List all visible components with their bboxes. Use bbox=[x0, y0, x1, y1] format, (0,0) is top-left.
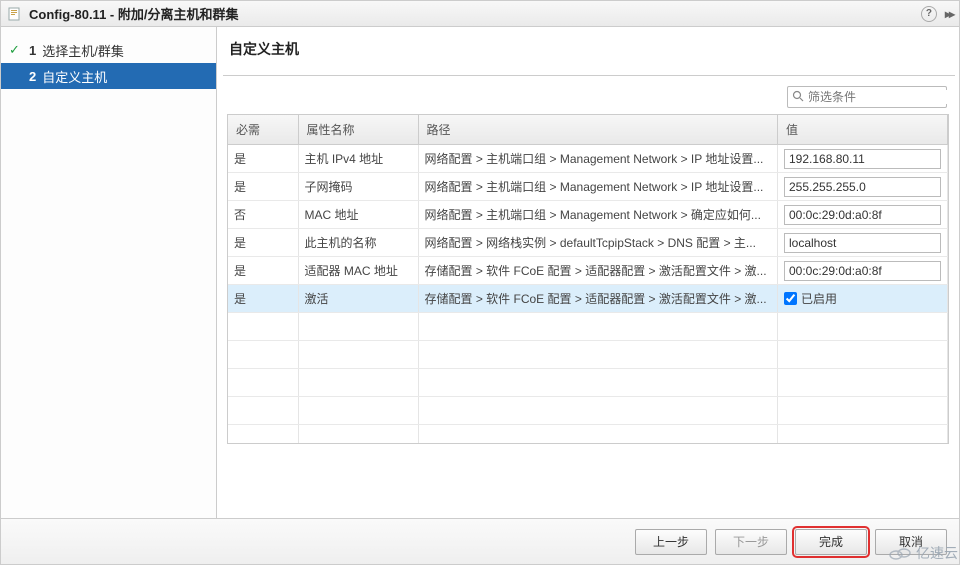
col-required[interactable]: 必需 bbox=[228, 115, 298, 145]
cell-attribute: 子网掩码 bbox=[298, 173, 418, 201]
col-value[interactable]: 值 bbox=[778, 115, 948, 145]
cell-path: 存储配置 > 软件 FCoE 配置 > 适配器配置 > 激活配置文件 > 激..… bbox=[418, 257, 778, 285]
cell-empty bbox=[418, 369, 778, 397]
filter-row: ▼ bbox=[227, 86, 949, 114]
check-icon: ✓ bbox=[9, 42, 23, 58]
value-input[interactable] bbox=[784, 149, 941, 169]
table-row[interactable]: 是适配器 MAC 地址存储配置 > 软件 FCoE 配置 > 适配器配置 > 激… bbox=[228, 257, 948, 285]
table-row-empty bbox=[228, 369, 948, 397]
next-button: 下一步 bbox=[715, 529, 787, 555]
wizard-step-1[interactable]: ✓ 1 选择主机/群集 bbox=[1, 37, 216, 63]
table-row[interactable]: 是激活存储配置 > 软件 FCoE 配置 > 适配器配置 > 激活配置文件 > … bbox=[228, 285, 948, 313]
divider bbox=[223, 75, 955, 76]
value-input[interactable] bbox=[784, 261, 941, 281]
help-icon[interactable]: ? bbox=[921, 6, 937, 22]
cell-required: 是 bbox=[228, 229, 298, 257]
table-row-empty bbox=[228, 397, 948, 425]
table-row[interactable]: 否MAC 地址网络配置 > 主机端口组 > Management Network… bbox=[228, 201, 948, 229]
cell-attribute: 适配器 MAC 地址 bbox=[298, 257, 418, 285]
cell-attribute: 激活 bbox=[298, 285, 418, 313]
cell-empty bbox=[298, 425, 418, 445]
cell-path: 存储配置 > 软件 FCoE 配置 > 适配器配置 > 激活配置文件 > 激..… bbox=[418, 285, 778, 313]
cell-empty bbox=[778, 369, 948, 397]
filter-box[interactable]: ▼ bbox=[787, 86, 947, 108]
expand-collapse-icon[interactable]: ▸▸ bbox=[945, 7, 953, 21]
config-doc-icon bbox=[7, 6, 23, 22]
wizard-sidebar: ✓ 1 选择主机/群集 2 自定义主机 bbox=[1, 27, 217, 518]
col-path[interactable]: 路径 bbox=[418, 115, 778, 145]
cell-path: 网络配置 > 主机端口组 > Management Network > IP 地… bbox=[418, 173, 778, 201]
table-row-empty bbox=[228, 425, 948, 445]
titlebar: Config-80.11 - 附加/分离主机和群集 ? ▸▸ bbox=[1, 1, 959, 27]
content-area: 自定义主机 ▼ 必需 属性名称 bbox=[217, 27, 959, 518]
value-input[interactable] bbox=[784, 233, 941, 253]
step-number: 1 bbox=[29, 43, 36, 58]
cell-value bbox=[778, 145, 948, 173]
step-label: 自定义主机 bbox=[42, 67, 107, 86]
cell-path: 网络配置 > 主机端口组 > Management Network > 确定应如… bbox=[418, 201, 778, 229]
cancel-button[interactable]: 取消 bbox=[875, 529, 947, 555]
table-row[interactable]: 是主机 IPv4 地址网络配置 > 主机端口组 > Management Net… bbox=[228, 145, 948, 173]
dialog: Config-80.11 - 附加/分离主机和群集 ? ▸▸ ✓ 1 选择主机/… bbox=[0, 0, 960, 565]
cell-path: 网络配置 > 主机端口组 > Management Network > IP 地… bbox=[418, 145, 778, 173]
back-button[interactable]: 上一步 bbox=[635, 529, 707, 555]
checkbox-label: 已启用 bbox=[801, 290, 837, 307]
cell-attribute: MAC 地址 bbox=[298, 201, 418, 229]
cell-required: 是 bbox=[228, 173, 298, 201]
search-icon bbox=[792, 90, 804, 105]
cell-empty bbox=[228, 313, 298, 341]
cell-empty bbox=[778, 313, 948, 341]
col-attribute[interactable]: 属性名称 bbox=[298, 115, 418, 145]
cell-value bbox=[778, 201, 948, 229]
table-row-empty bbox=[228, 341, 948, 369]
cell-empty bbox=[228, 425, 298, 445]
table-row[interactable]: 是子网掩码网络配置 > 主机端口组 > Management Network >… bbox=[228, 173, 948, 201]
cell-attribute: 主机 IPv4 地址 bbox=[298, 145, 418, 173]
value-checkbox[interactable]: 已启用 bbox=[784, 290, 941, 307]
cell-empty bbox=[298, 341, 418, 369]
cell-empty bbox=[778, 425, 948, 445]
button-bar: 上一步 下一步 完成 取消 bbox=[1, 518, 959, 564]
cell-attribute: 此主机的名称 bbox=[298, 229, 418, 257]
cell-empty bbox=[778, 397, 948, 425]
cell-required: 是 bbox=[228, 257, 298, 285]
cell-empty bbox=[228, 341, 298, 369]
cell-empty bbox=[418, 397, 778, 425]
dialog-body: ✓ 1 选择主机/群集 2 自定义主机 自定义主机 ▼ bbox=[1, 27, 959, 518]
cell-value: 已启用 bbox=[778, 285, 948, 313]
cell-required: 是 bbox=[228, 285, 298, 313]
table-row[interactable]: 是此主机的名称网络配置 > 网络栈实例 > defaultTcpipStack … bbox=[228, 229, 948, 257]
cell-required: 是 bbox=[228, 145, 298, 173]
finish-button[interactable]: 完成 bbox=[795, 529, 867, 555]
host-settings-table: 必需 属性名称 路径 值 是主机 IPv4 地址网络配置 > 主机端口组 > M… bbox=[227, 114, 949, 444]
cell-required: 否 bbox=[228, 201, 298, 229]
cell-empty bbox=[298, 369, 418, 397]
step-label: 选择主机/群集 bbox=[42, 41, 124, 60]
cell-empty bbox=[778, 341, 948, 369]
dialog-title: Config-80.11 - 附加/分离主机和群集 bbox=[29, 4, 238, 23]
cell-empty bbox=[418, 341, 778, 369]
value-input[interactable] bbox=[784, 205, 941, 225]
cell-empty bbox=[418, 425, 778, 445]
table-row-empty bbox=[228, 313, 948, 341]
cell-value bbox=[778, 173, 948, 201]
wizard-step-2[interactable]: 2 自定义主机 bbox=[1, 63, 216, 89]
enable-checkbox[interactable] bbox=[784, 292, 797, 305]
filter-input[interactable] bbox=[808, 90, 959, 104]
cell-empty bbox=[298, 313, 418, 341]
cell-empty bbox=[228, 397, 298, 425]
cell-value bbox=[778, 229, 948, 257]
cell-path: 网络配置 > 网络栈实例 > defaultTcpipStack > DNS 配… bbox=[418, 229, 778, 257]
step-number: 2 bbox=[29, 69, 36, 84]
cell-empty bbox=[228, 369, 298, 397]
value-input[interactable] bbox=[784, 177, 941, 197]
cell-empty bbox=[418, 313, 778, 341]
page-title: 自定义主机 bbox=[227, 33, 949, 75]
table-header-row: 必需 属性名称 路径 值 bbox=[228, 115, 948, 145]
cell-empty bbox=[298, 397, 418, 425]
cell-value bbox=[778, 257, 948, 285]
